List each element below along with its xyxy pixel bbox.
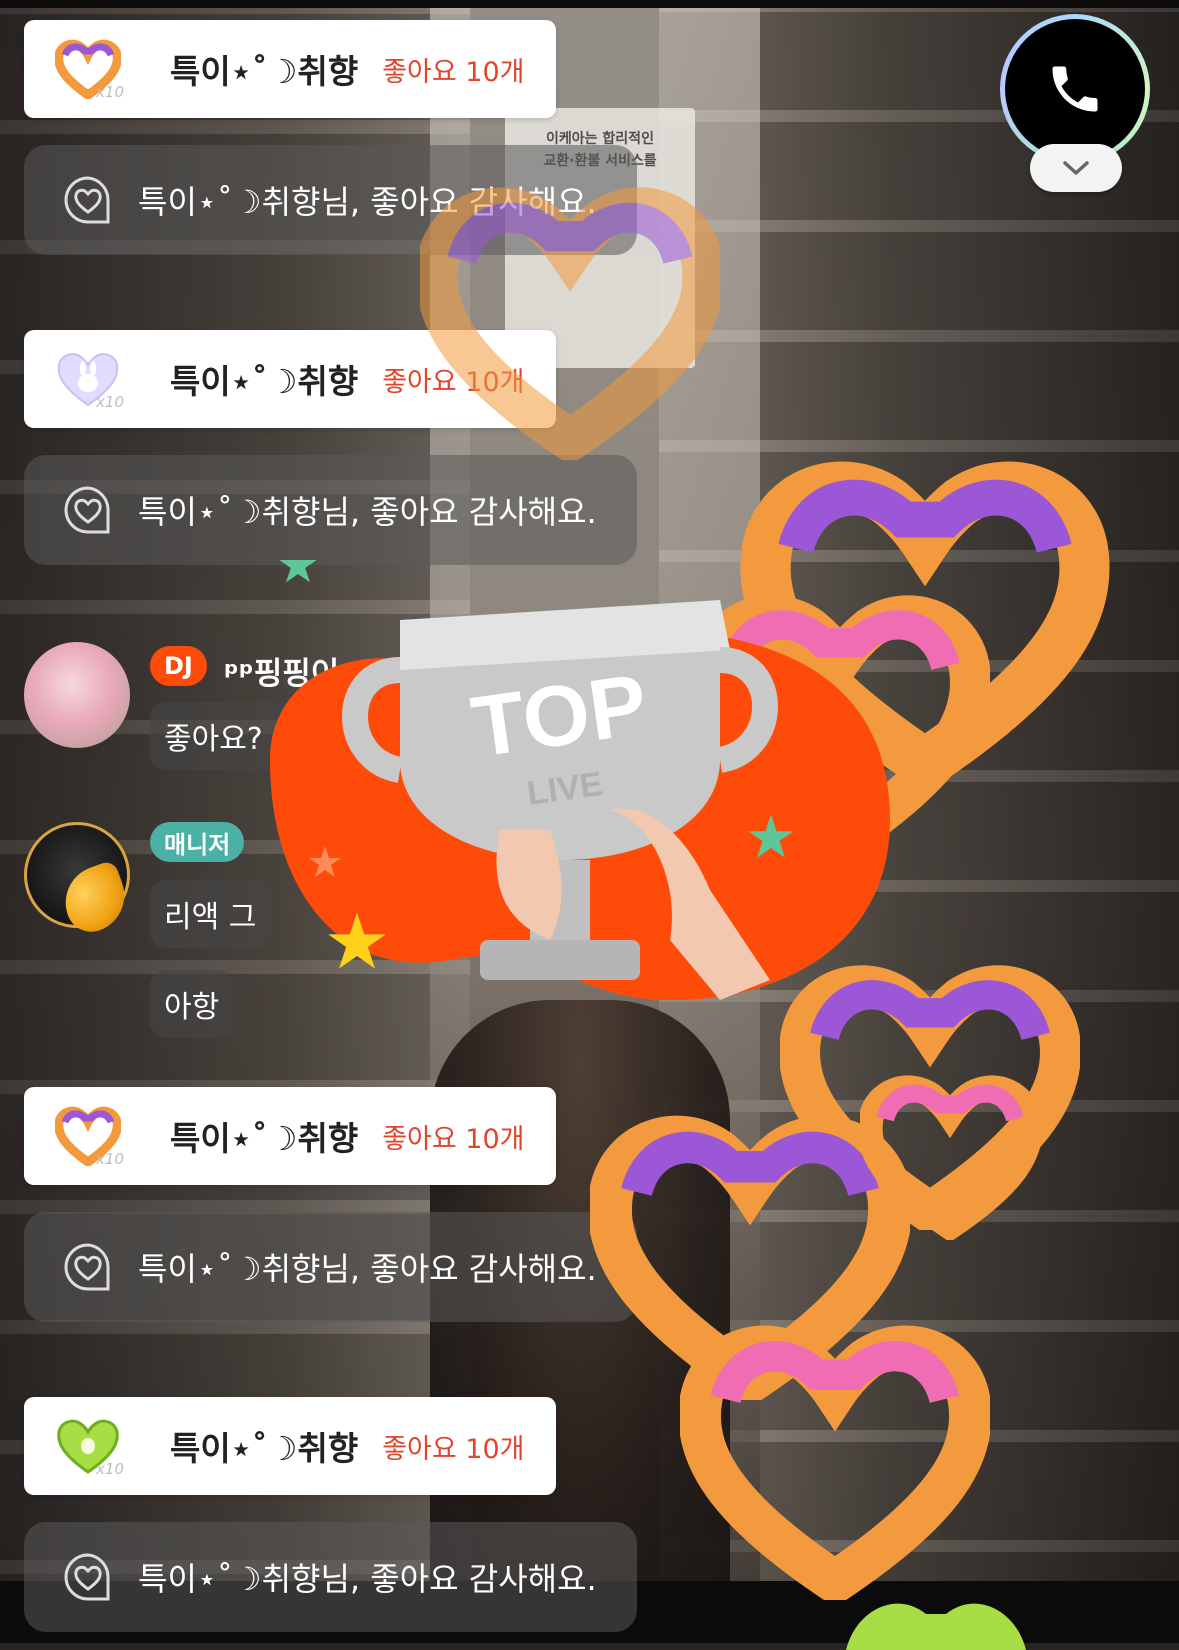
like-card-count: 좋아요 10개 [382,1433,525,1465]
manager-chat-text: 리액 그 [164,900,257,935]
manager-chat-bubble: 아항 [150,970,234,1038]
like-card[interactable]: x10 특이⋆˚☽취향 좋아요 10개 [24,20,556,118]
like-card-nickname: 특이⋆˚☽취향 [170,52,359,91]
call-button-ring[interactable] [1000,14,1150,164]
thanks-text: 특이⋆˚☽취향님, 좋아요 감사해요. [138,1560,597,1598]
gift-multiplier: x10 [96,83,124,101]
heart-chat-icon [64,486,110,534]
dj-avatar[interactable] [24,642,130,748]
like-card[interactable]: x10 특이⋆˚☽취향 좋아요 10개 [24,1087,556,1185]
churro-heart-gift-icon: x10 [52,33,124,105]
thanks-message: 특이⋆˚☽취향님, 좋아요 감사해요. [24,145,637,255]
chevron-down-icon [1063,161,1089,175]
thanks-text: 특이⋆˚☽취향님, 좋아요 감사해요. [138,183,597,221]
like-card-count: 좋아요 10개 [382,366,525,398]
call-button[interactable] [1005,19,1145,159]
collapse-call-button[interactable] [1030,144,1122,192]
kiwi-heart-gift-icon: x10 [52,1410,124,1482]
heart-chat-icon [64,1243,110,1291]
like-card[interactable]: x10 특이⋆˚☽취향 좋아요 10개 [24,330,556,428]
top-live-overlay: TOP LIVE [250,545,930,1060]
gift-multiplier: x10 [96,1460,124,1478]
thanks-text: 특이⋆˚☽취향님, 좋아요 감사해요. [138,493,597,531]
manager-chat-text: 아항 [164,990,220,1025]
churro-heart-gift-icon: x10 [52,1100,124,1172]
thanks-message: 특이⋆˚☽취향님, 좋아요 감사해요. [24,1212,637,1322]
like-card-count: 좋아요 10개 [382,56,525,88]
like-card-nickname: 특이⋆˚☽취향 [170,362,359,401]
like-card-nickname: 특이⋆˚☽취향 [170,1119,359,1158]
like-card-nickname: 특이⋆˚☽취향 [170,1429,359,1468]
thanks-message: 특이⋆˚☽취향님, 좋아요 감사해요. [24,1522,637,1632]
thanks-text: 특이⋆˚☽취향님, 좋아요 감사해요. [138,1250,597,1288]
thanks-message: 특이⋆˚☽취향님, 좋아요 감사해요. [24,455,637,565]
phone-icon [1052,66,1098,112]
gift-multiplier: x10 [96,393,124,411]
like-card[interactable]: x10 특이⋆˚☽취향 좋아요 10개 [24,1397,556,1495]
bunny-heart-gift-icon: x10 [52,343,124,415]
top-live-trophy-icon: TOP LIVE [270,545,890,1000]
gift-multiplier: x10 [96,1150,124,1168]
manager-badge: 매니저 [150,822,245,862]
dj-badge: DJ [150,646,207,686]
heart-chat-icon [64,176,110,224]
heart-chat-icon [64,1553,110,1601]
like-card-count: 좋아요 10개 [382,1123,525,1155]
